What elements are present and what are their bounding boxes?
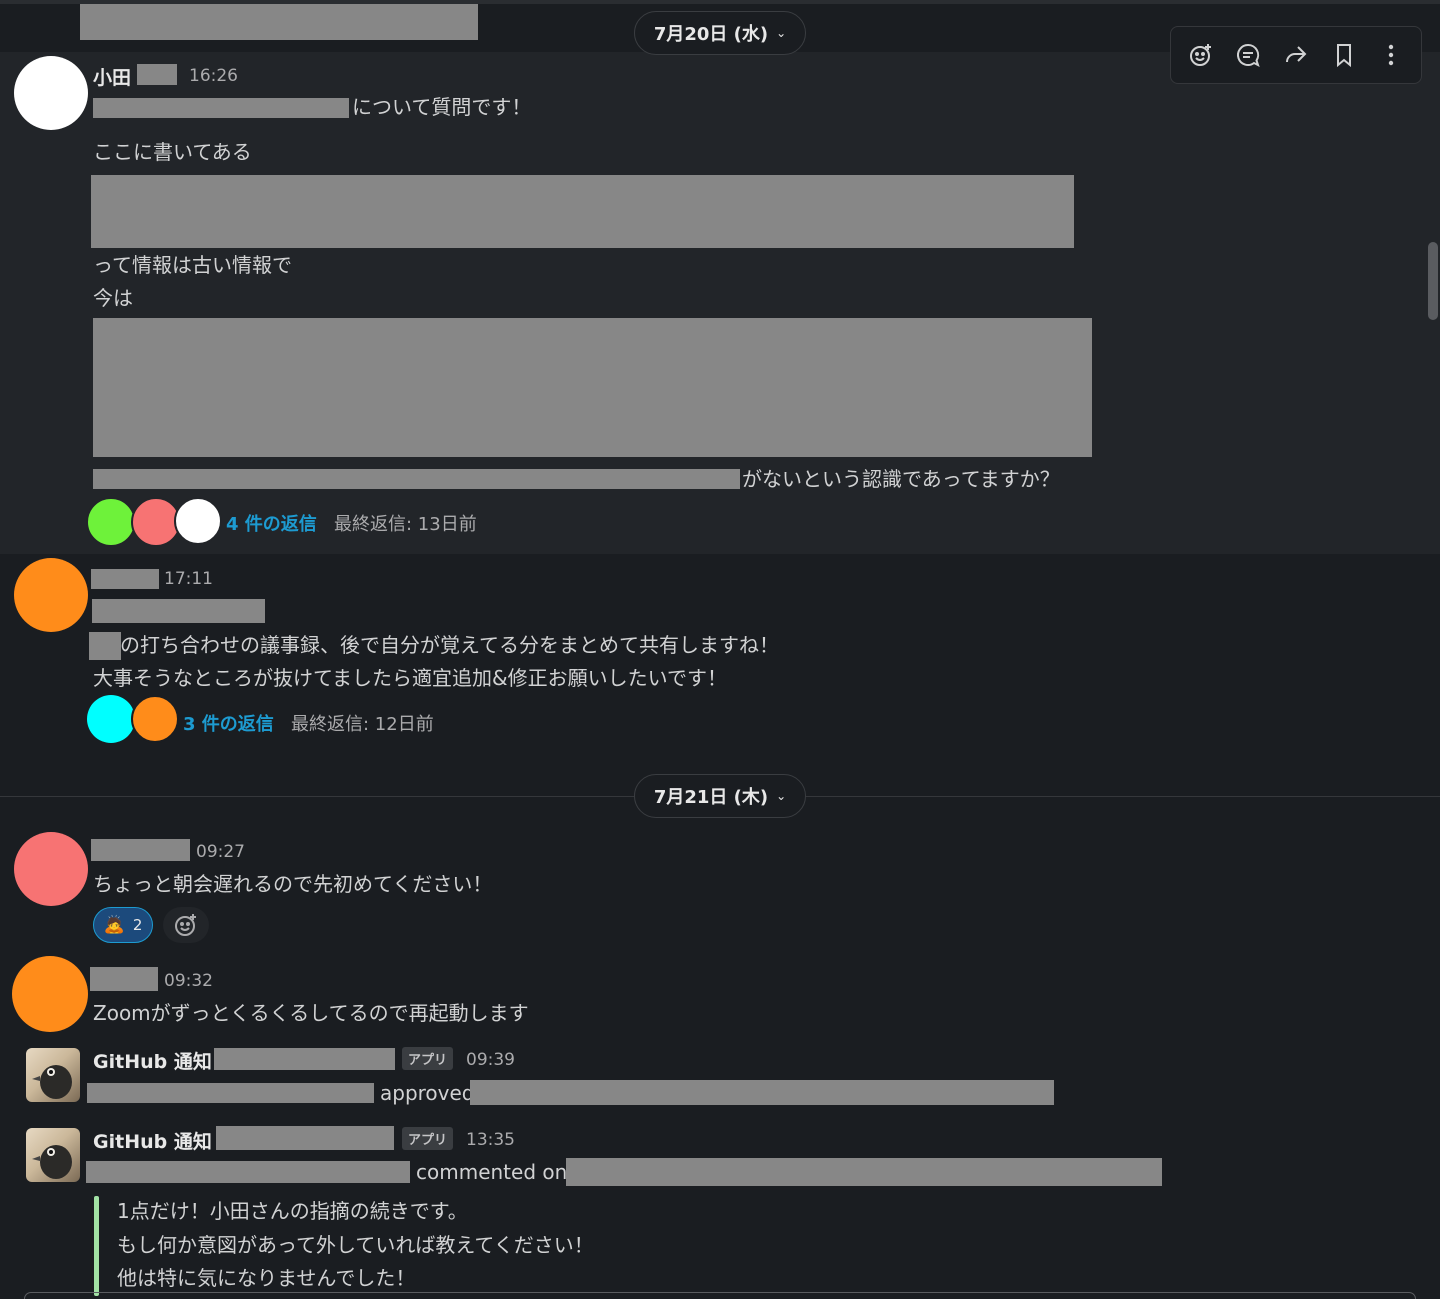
date-divider-jul21[interactable]: 7月21日 (木) ⌄ [634, 774, 806, 818]
avatar[interactable] [14, 558, 88, 632]
redacted-header [80, 4, 478, 40]
sender-name[interactable]: GitHub 通知 [93, 1047, 212, 1074]
more-actions-icon[interactable] [1371, 35, 1411, 75]
app-badge: アプリ [402, 1047, 454, 1070]
reaction-bow[interactable]: 🙇 2 [93, 907, 153, 943]
redacted-text [216, 1126, 394, 1150]
quote-text: もし何か意図があって外していれば教えてください！ [117, 1233, 594, 1257]
composer-top-edge [24, 1292, 1416, 1299]
redacted-link [470, 1080, 1054, 1105]
date-label: 7月20日 (水) [653, 24, 769, 45]
message-text: 今は [93, 286, 133, 310]
message-text: commented on [416, 1160, 568, 1184]
reply-avatar [87, 695, 135, 743]
avatar[interactable] [14, 832, 88, 906]
sender-name[interactable]: GitHub 通知 [93, 1127, 212, 1154]
chevron-down-icon: ⌄ [776, 26, 787, 40]
message-text: 大事そうなところが抜けてましたら適宜追加&修正お願いしたいです！ [93, 666, 727, 690]
sender-name[interactable]: 小田 [93, 63, 131, 90]
redacted-text [93, 98, 349, 118]
last-reply-time: 最終返信: 13日前 [334, 514, 477, 535]
bird-icon [32, 1145, 72, 1179]
timestamp[interactable]: 13:35 [466, 1130, 515, 1150]
reply-thread-icon[interactable] [1228, 35, 1268, 75]
reaction-count: 2 [132, 916, 143, 934]
github-app-avatar[interactable] [26, 1128, 80, 1182]
redacted-block [93, 318, 1092, 457]
redacted-text [93, 469, 740, 489]
chevron-down-icon: ⌄ [776, 789, 787, 803]
redacted-text [214, 1048, 395, 1070]
last-reply-time: 最終返信: 12日前 [291, 714, 434, 735]
message-text: Zoomがずっとくるくるしてるので再起動します [93, 1001, 529, 1025]
message-text: approved [380, 1081, 475, 1105]
message-actions-toolbar [1170, 26, 1422, 84]
avatar[interactable] [12, 956, 88, 1032]
app-badge: アプリ [402, 1127, 454, 1150]
bow-emoji-icon: 🙇 [103, 915, 125, 935]
message-text: って情報は古い情報で [93, 253, 292, 277]
redacted-text [92, 599, 265, 623]
message-text: について質問です！ [352, 95, 532, 119]
redacted-name [91, 839, 190, 861]
quote-bar [94, 1196, 99, 1296]
reply-avatar [174, 497, 222, 545]
message-text: ここに書いてある [93, 140, 252, 164]
timestamp[interactable]: 09:39 [466, 1050, 515, 1070]
thread-replies-link[interactable]: 4 件の返信 [226, 510, 317, 536]
redacted-name [137, 64, 177, 85]
redacted-name [90, 967, 158, 991]
redacted-link [566, 1158, 1162, 1186]
redacted-name [91, 569, 159, 589]
thread-replies-link[interactable]: 3 件の返信 [183, 710, 274, 736]
share-forward-icon[interactable] [1276, 35, 1316, 75]
scrollbar-thumb[interactable] [1428, 242, 1438, 320]
timestamp[interactable]: 09:32 [164, 971, 213, 991]
date-label: 7月21日 (木) [653, 787, 769, 808]
timestamp[interactable]: 09:27 [196, 842, 245, 862]
bookmark-icon[interactable] [1324, 35, 1364, 75]
add-reaction-button[interactable] [163, 907, 209, 943]
avatar[interactable] [14, 56, 88, 130]
redacted-text [86, 1161, 410, 1183]
timestamp[interactable]: 17:11 [164, 569, 213, 589]
quote-text: 1点だけ！小田さんの指摘の続きです。 [117, 1199, 468, 1223]
github-app-avatar[interactable] [26, 1048, 80, 1102]
redacted-text [87, 1083, 374, 1103]
timestamp[interactable]: 16:26 [189, 66, 238, 86]
message-text: の打ち合わせの議事録、後で自分が覚えてる分をまとめて共有しますね！ [120, 633, 779, 657]
message-text: がないという認識であってますか？ [742, 467, 1060, 491]
add-reaction-icon[interactable] [1181, 35, 1221, 75]
message-text: ちょっと朝会遅れるので先初めてください！ [93, 872, 493, 896]
add-reaction-icon [175, 914, 196, 936]
date-divider-jul20[interactable]: 7月20日 (水) ⌄ [634, 11, 806, 55]
reply-avatar [131, 695, 179, 743]
reply-avatar [86, 497, 136, 547]
bird-icon [32, 1065, 72, 1099]
redacted-text [89, 632, 121, 660]
quote-text: 他は特に気になりませんでした！ [117, 1266, 416, 1290]
redacted-block [91, 175, 1074, 248]
